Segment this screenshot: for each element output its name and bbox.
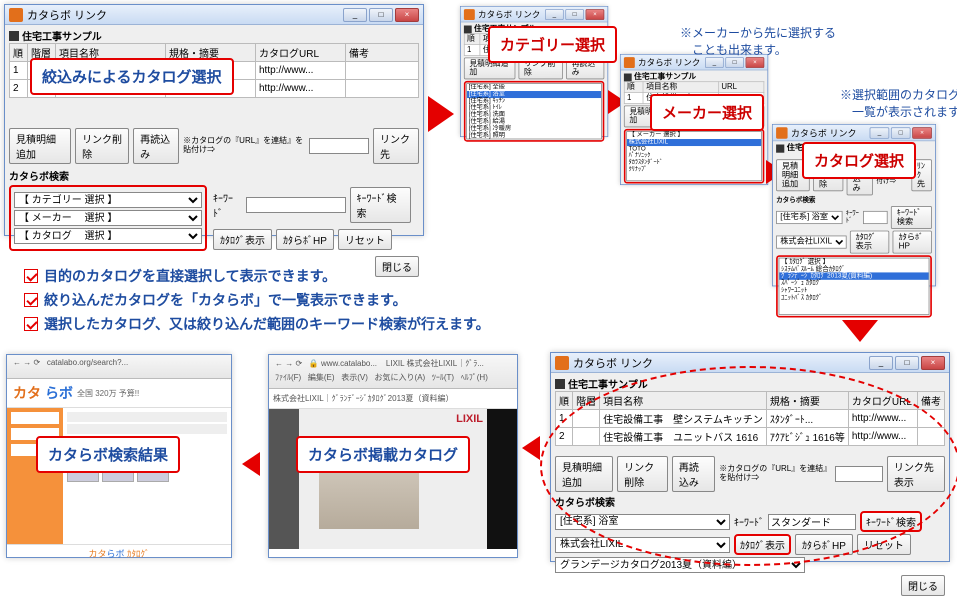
url-input[interactable] [835, 466, 883, 482]
main-window: カタらボ リンク _ □ × 住宅工事サンプル 順 階層 項目名称 規格・摘要 … [4, 4, 424, 236]
category-select[interactable]: 【 カテゴリー 選択 】 [14, 192, 202, 208]
col-order: 順 [10, 44, 28, 62]
paste-hint: ※カタログの『URL』を連結』を貼付け⇒ [719, 465, 831, 483]
bullet-text: 目的のカタログを直接選択して表示できます。 [44, 266, 336, 286]
kw-input[interactable] [246, 197, 346, 213]
close-dialog-button[interactable]: 閉じる [901, 575, 945, 596]
label-category-select: カテゴリー選択 [488, 26, 617, 63]
table-row[interactable]: 1 住宅設備工事 壁システムキッチン ｽﾀﾝﾀﾞｰﾄ...http://www.… [556, 410, 945, 428]
check-icon [24, 317, 38, 331]
kw-search-button[interactable]: ｷｰﾜｰﾄﾞ検索 [350, 187, 412, 223]
bullet-list: 目的のカタログを直接選択して表示できます。 絞り込んだカタログを「カタらボ」で一… [24, 262, 490, 338]
arrow-left-icon [242, 452, 260, 476]
browser-chrome: ← → ⟳ catalabo.org/search?... [7, 355, 231, 379]
col-url: カタログURL [256, 44, 346, 62]
maker-select[interactable]: 【 メーカー 選択 】 [14, 210, 202, 226]
label-main-filter: 絞込みによるカタログ選択 [30, 58, 234, 95]
bullet-text: 選択したカタログ、又は絞り込んだ範囲のキーワード検索が行えます。 [44, 314, 490, 334]
check-icon [24, 269, 38, 283]
kw-label: ｷｰﾜｰﾄﾞ [213, 190, 242, 220]
minimize-button[interactable]: _ [869, 356, 893, 370]
url-input[interactable] [309, 138, 369, 154]
table-row[interactable]: 2 住宅設備工事 ユニットバス 1616 ｱｸｱﾋﾞｼﾞｭ 1616等http:… [556, 428, 945, 446]
kw-search-button[interactable]: ｷｰﾜｰﾄﾞ検索 [860, 511, 922, 532]
add-detail-button[interactable]: 見積明細追加 [555, 456, 613, 492]
check-icon [24, 293, 38, 307]
maker-select[interactable]: 株式会社LIXIL [555, 537, 730, 553]
close-button[interactable]: × [395, 8, 419, 22]
section-title: 住宅工事サンプル [9, 28, 419, 43]
note-catalog-list: ※選択範囲のカタログ 一覧が表示されます。 [840, 86, 957, 120]
titlebar: カタらボ リンク _ □ × [551, 353, 949, 373]
result-window: カタらボ リンク _ □ × 住宅工事サンプル 順 階層 項目名称 規格・摘要 … [550, 352, 950, 562]
label-maker-select: メーカー選択 [650, 94, 764, 131]
reload-button[interactable]: 再読込み [672, 456, 715, 492]
search-title: カタらボ検索 [555, 494, 615, 509]
delete-link-button[interactable]: リンク削除 [75, 128, 129, 164]
app-icon [555, 356, 569, 370]
sidebar [7, 408, 63, 544]
arrow-down-icon [842, 320, 878, 342]
delete-link-button[interactable]: リンク削除 [617, 456, 668, 492]
col-note: 備考 [346, 44, 419, 62]
minimize-button[interactable]: _ [343, 8, 367, 22]
section-title: 住宅工事サンプル [555, 376, 945, 391]
category-select[interactable]: [住宅系] 浴室 [555, 514, 730, 530]
reset-button[interactable]: リセット [338, 229, 392, 250]
show-catalog-button[interactable]: ｶﾀﾛｸﾞ表示 [213, 229, 272, 250]
grid: 順 階層 項目名称 規格・摘要 カタログURL 備考 1 住宅設備工事 壁システ… [555, 391, 945, 446]
close-button[interactable]: × [921, 356, 945, 370]
reload-button[interactable]: 再読込み [133, 128, 179, 164]
catalabo-logo: カタ [13, 383, 41, 403]
arrow-icon [428, 96, 454, 132]
maximize-button[interactable]: □ [369, 8, 393, 22]
reset-button[interactable]: リセット [857, 534, 911, 555]
catalog-select[interactable]: 【 カタログ 選択 】 [14, 228, 202, 244]
label-catalog-page: カタらボ掲載カタログ [296, 436, 470, 473]
catalabo-hp-button[interactable]: ｶﾀらﾎﾞHP [276, 229, 334, 250]
lixil-logo: LIXIL [456, 413, 483, 425]
maximize-button[interactable]: □ [895, 356, 919, 370]
add-detail-button[interactable]: 見積明細追加 [9, 128, 71, 164]
show-catalog-button[interactable]: ｶﾀﾛｸﾞ表示 [734, 534, 791, 555]
kw-label: ｷｰﾜｰﾄﾞ [734, 514, 764, 529]
catalabo-hp-button[interactable]: ｶﾀらﾎﾞHP [795, 534, 853, 555]
search-title: カタらボ検索 [9, 168, 69, 183]
label-catalog-select: カタログ選択 [802, 142, 916, 179]
window-title: カタらボ リンク [573, 355, 653, 371]
link-button[interactable]: リンク先 [373, 128, 419, 164]
kw-input[interactable] [768, 514, 856, 530]
arrow-left-icon [522, 436, 540, 460]
browser-chrome: ← → ⟳ 🔒 www.catalabo... LIXIL 株式会社LIXIL｜… [269, 355, 517, 389]
paste-hint: ※カタログの『URL』を連結』を貼付け⇒ [183, 137, 305, 155]
bullet-text: 絞り込んだカタログを「カタらボ」で一覧表示できます。 [44, 290, 407, 310]
label-search-result: カタらボ検索結果 [36, 436, 180, 473]
app-icon [9, 8, 23, 22]
window-title: カタらボ リンク [27, 7, 107, 23]
note-maker-first: ※メーカーから先に選択する ことも出来ます。 [680, 24, 836, 58]
link-button[interactable]: リンク先表示 [887, 456, 945, 492]
filter-box: 【 カテゴリー 選択 】 【 メーカー 選択 】 【 カタログ 選択 】 [9, 185, 207, 251]
titlebar: カタらボ リンク _ □ × [5, 5, 423, 25]
